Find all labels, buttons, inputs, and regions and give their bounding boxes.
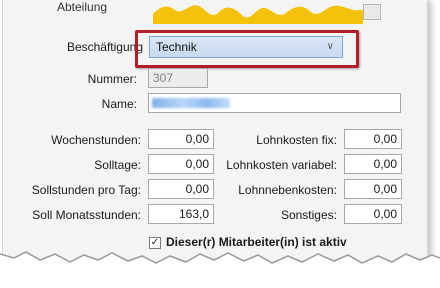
beschaeftigung-label: Beschäftigung	[66, 40, 143, 54]
lohnkosten-variabel-label: Lohnkosten variabel:	[226, 158, 337, 172]
torn-edge-decoration	[0, 251, 440, 288]
lohnnebenkosten-field[interactable]: 0,00	[344, 179, 402, 199]
employee-form-panel: Abteilung Beschäftigung Technik ∨ Nummer…	[2, 0, 428, 266]
redacted-name	[152, 98, 230, 108]
wochenstunden-label: Wochenstunden:	[51, 133, 141, 147]
abteilung-label: Abteilung	[57, 0, 108, 14]
lohnkosten-fix-label: Lohnkosten fix:	[256, 133, 337, 147]
name-field[interactable]	[148, 93, 401, 113]
sollstunden-field[interactable]: 0,00	[148, 179, 214, 199]
soll-monatsstunden-field[interactable]: 163,0	[148, 204, 214, 224]
abteilung-side-button[interactable]	[363, 4, 381, 20]
wochenstunden-field[interactable]: 0,00	[148, 129, 214, 149]
sonstiges-label: Sonstiges:	[280, 208, 337, 222]
solltage-field[interactable]: 0,00	[148, 154, 214, 174]
sollstunden-label: Sollstunden pro Tag:	[31, 183, 141, 197]
soll-monatsstunden-label: Soll Monatsstunden:	[32, 208, 141, 222]
name-label: Name:	[101, 97, 137, 111]
lohnkosten-fix-field[interactable]: 0,00	[344, 129, 402, 149]
nummer-label: Nummer:	[87, 72, 137, 86]
lohnkosten-variabel-field[interactable]: 0,00	[344, 154, 402, 174]
nummer-field: 307	[148, 68, 208, 88]
highlight-frame	[135, 30, 359, 68]
sonstiges-field[interactable]: 0,00	[344, 204, 402, 224]
active-checkbox-label: Dieser(r) Mitarbeiter(in) ist aktiv	[166, 235, 347, 249]
abteilung-graphic	[153, 5, 363, 24]
solltage-label: Solltage:	[94, 158, 141, 172]
lohnnebenkosten-label: Lohnnebenkosten:	[238, 183, 337, 197]
